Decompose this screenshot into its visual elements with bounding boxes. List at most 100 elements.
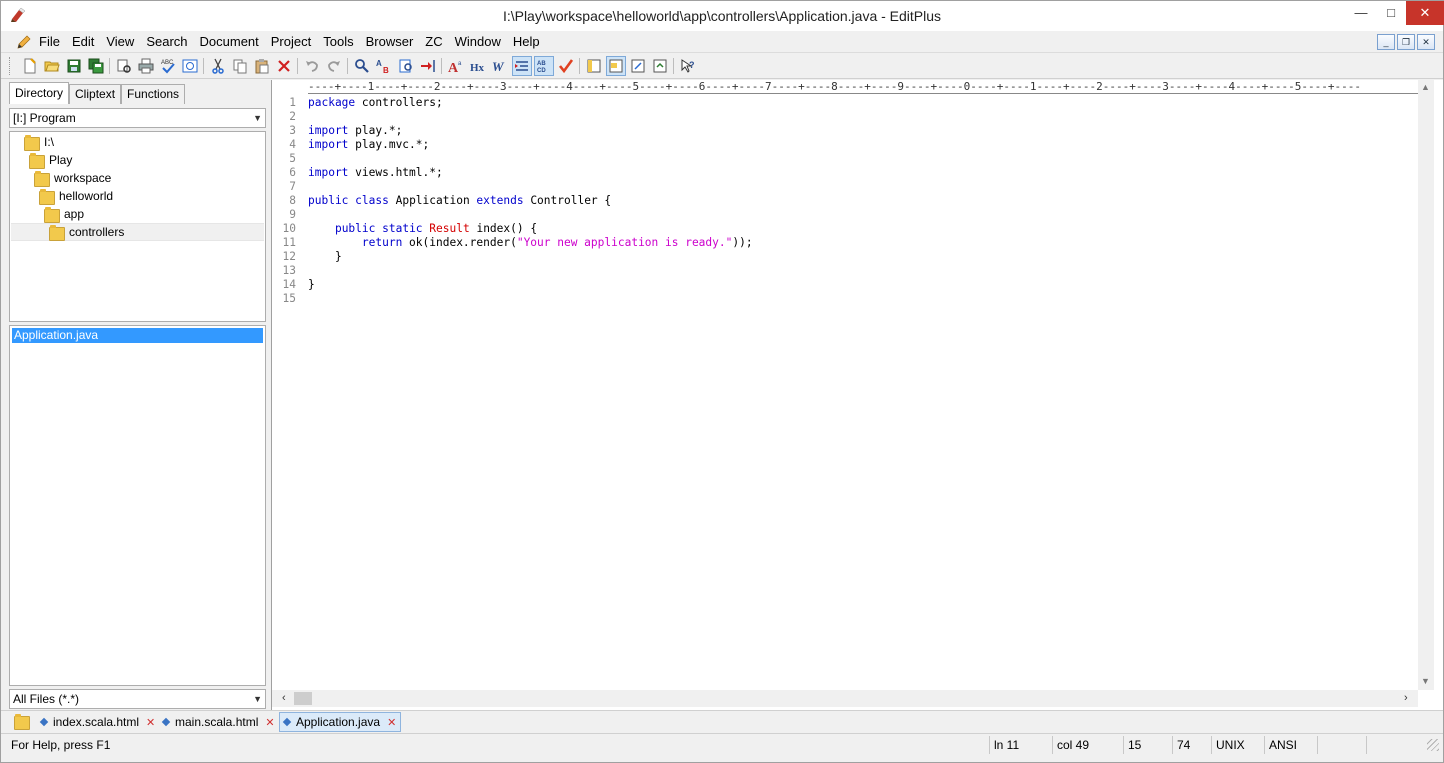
menu-help[interactable]: Help: [507, 34, 546, 50]
minimize-button[interactable]: —: [1346, 1, 1376, 25]
menu-edit[interactable]: Edit: [66, 34, 100, 50]
function-list-icon[interactable]: [650, 56, 670, 76]
menu-tools[interactable]: Tools: [317, 34, 359, 50]
save-icon[interactable]: [64, 56, 84, 76]
help-icon[interactable]: ?: [678, 56, 698, 76]
vertical-scrollbar[interactable]: ▲ ▼: [1418, 80, 1434, 690]
copy-icon[interactable]: [230, 56, 250, 76]
code-line[interactable]: 2: [272, 110, 1418, 124]
resize-grip[interactable]: [1427, 739, 1439, 751]
drive-select[interactable]: [I:] Program ▼: [9, 108, 266, 128]
menu-zc[interactable]: ZC: [419, 34, 448, 50]
goto-icon[interactable]: [418, 56, 438, 76]
redo-icon[interactable]: [324, 56, 344, 76]
tree-node-helloworld[interactable]: helloworld: [39, 187, 113, 205]
print-preview-icon[interactable]: [114, 56, 134, 76]
code-line[interactable]: 12 }: [272, 250, 1418, 264]
menu-document[interactable]: Document: [194, 34, 265, 50]
tab-cliptext[interactable]: Cliptext: [69, 84, 122, 104]
line-number: 10: [282, 222, 296, 235]
save-all-icon[interactable]: [86, 56, 106, 76]
directory-window-icon[interactable]: [606, 56, 626, 76]
close-tab-icon[interactable]: ✕: [387, 716, 396, 729]
close-tab-icon[interactable]: ✕: [265, 716, 274, 729]
mdi-restore-button[interactable]: ❐: [1397, 34, 1415, 50]
line-text: }: [308, 250, 342, 263]
menu-search[interactable]: Search: [140, 34, 193, 50]
scroll-down-icon[interactable]: ▼: [1421, 676, 1430, 686]
code-line[interactable]: 15: [272, 292, 1418, 306]
cut-icon[interactable]: [208, 56, 228, 76]
menu-file[interactable]: File: [39, 34, 66, 50]
find-icon[interactable]: [352, 56, 372, 76]
panel-tabs: Directory Cliptext Functions: [9, 82, 186, 104]
ruler-icon[interactable]: AB CD: [534, 56, 554, 76]
code-lines[interactable]: 1 package controllers; 2 3 import play.*; 4 im…: [272, 96, 1418, 306]
pencil-icon[interactable]: [16, 34, 32, 50]
code-line[interactable]: 6 import views.html.*;: [272, 166, 1418, 180]
maximize-button[interactable]: □: [1376, 1, 1406, 25]
menu-bar: File Edit View Search Document Project T…: [1, 31, 1443, 53]
tree-node-app[interactable]: app: [44, 205, 84, 223]
browser-preview-icon[interactable]: [180, 56, 200, 76]
tree-node-play[interactable]: Play: [29, 151, 72, 169]
list-item[interactable]: Application.java: [12, 328, 263, 343]
open-file-icon[interactable]: [42, 56, 62, 76]
close-tab-icon[interactable]: ✕: [146, 716, 155, 729]
font-icon[interactable]: Aa: [446, 56, 466, 76]
mdi-minimize-button[interactable]: _: [1377, 34, 1395, 50]
code-line[interactable]: 5: [272, 152, 1418, 166]
scroll-thumb[interactable]: [294, 692, 312, 705]
cliptext-window-icon[interactable]: [584, 56, 604, 76]
toolbar-grip[interactable]: [9, 57, 12, 75]
hex-icon[interactable]: Hx: [468, 56, 488, 76]
doc-tab[interactable]: main.scala.html ✕: [159, 712, 279, 732]
output-window-icon[interactable]: [628, 56, 648, 76]
scroll-right-icon[interactable]: ›: [1404, 692, 1408, 704]
code-line[interactable]: 13: [272, 264, 1418, 278]
file-list: Application.java: [9, 325, 266, 686]
code-line[interactable]: 7: [272, 180, 1418, 194]
menu-browser[interactable]: Browser: [360, 34, 420, 50]
mdi-close-button[interactable]: ✕: [1417, 34, 1435, 50]
code-line[interactable]: 10 public static Result index() {: [272, 222, 1418, 236]
line-number-icon[interactable]: [512, 56, 532, 76]
tree-node-workspace[interactable]: workspace: [34, 169, 111, 187]
code-editor[interactable]: ----+----1----+----2----+----3----+----4…: [271, 80, 1443, 710]
line-text: import views.html.*;: [308, 166, 443, 179]
undo-icon[interactable]: [302, 56, 322, 76]
scroll-left-icon[interactable]: ‹: [282, 692, 286, 704]
code-line[interactable]: 14}: [272, 278, 1418, 292]
menu-window[interactable]: Window: [449, 34, 507, 50]
print-icon[interactable]: [136, 56, 156, 76]
folder-icon[interactable]: [14, 714, 30, 730]
horizontal-scrollbar[interactable]: ‹ ›: [272, 690, 1418, 707]
tree-node-drive[interactable]: I:\: [24, 133, 54, 151]
tab-directory[interactable]: Directory: [9, 82, 70, 104]
new-file-icon[interactable]: [20, 56, 40, 76]
code-line[interactable]: 1 package controllers;: [272, 96, 1418, 110]
spell-check-icon[interactable]: ABC: [158, 56, 178, 76]
line-text: public class Application extends Control…: [308, 194, 612, 207]
close-button[interactable]: ✕: [1406, 1, 1444, 25]
code-line[interactable]: 3 import play.*;: [272, 124, 1418, 138]
svg-text:B: B: [383, 66, 389, 74]
menu-project[interactable]: Project: [265, 34, 317, 50]
code-line[interactable]: 11 return ok(index.render("Your new appl…: [272, 236, 1418, 250]
word-wrap-icon[interactable]: W: [490, 56, 510, 76]
code-line[interactable]: 4 import play.mvc.*;: [272, 138, 1418, 152]
paste-icon[interactable]: [252, 56, 272, 76]
doc-tab[interactable]: index.scala.html ✕: [37, 712, 159, 732]
replace-icon[interactable]: AB: [374, 56, 394, 76]
tab-functions[interactable]: Functions: [121, 84, 186, 104]
spell-icon[interactable]: [556, 56, 576, 76]
file-filter-select[interactable]: All Files (*.*) ▼: [9, 689, 266, 709]
menu-view[interactable]: View: [100, 34, 140, 50]
code-line[interactable]: 8 public class Application extends Contro…: [272, 194, 1418, 208]
delete-icon[interactable]: [274, 56, 294, 76]
find-in-files-icon[interactable]: [396, 56, 416, 76]
scroll-up-icon[interactable]: ▲: [1421, 82, 1430, 92]
doc-tab-active[interactable]: Application.java ✕: [279, 712, 402, 732]
tree-node-controllers[interactable]: controllers: [11, 223, 264, 241]
code-line[interactable]: 9: [272, 208, 1418, 222]
